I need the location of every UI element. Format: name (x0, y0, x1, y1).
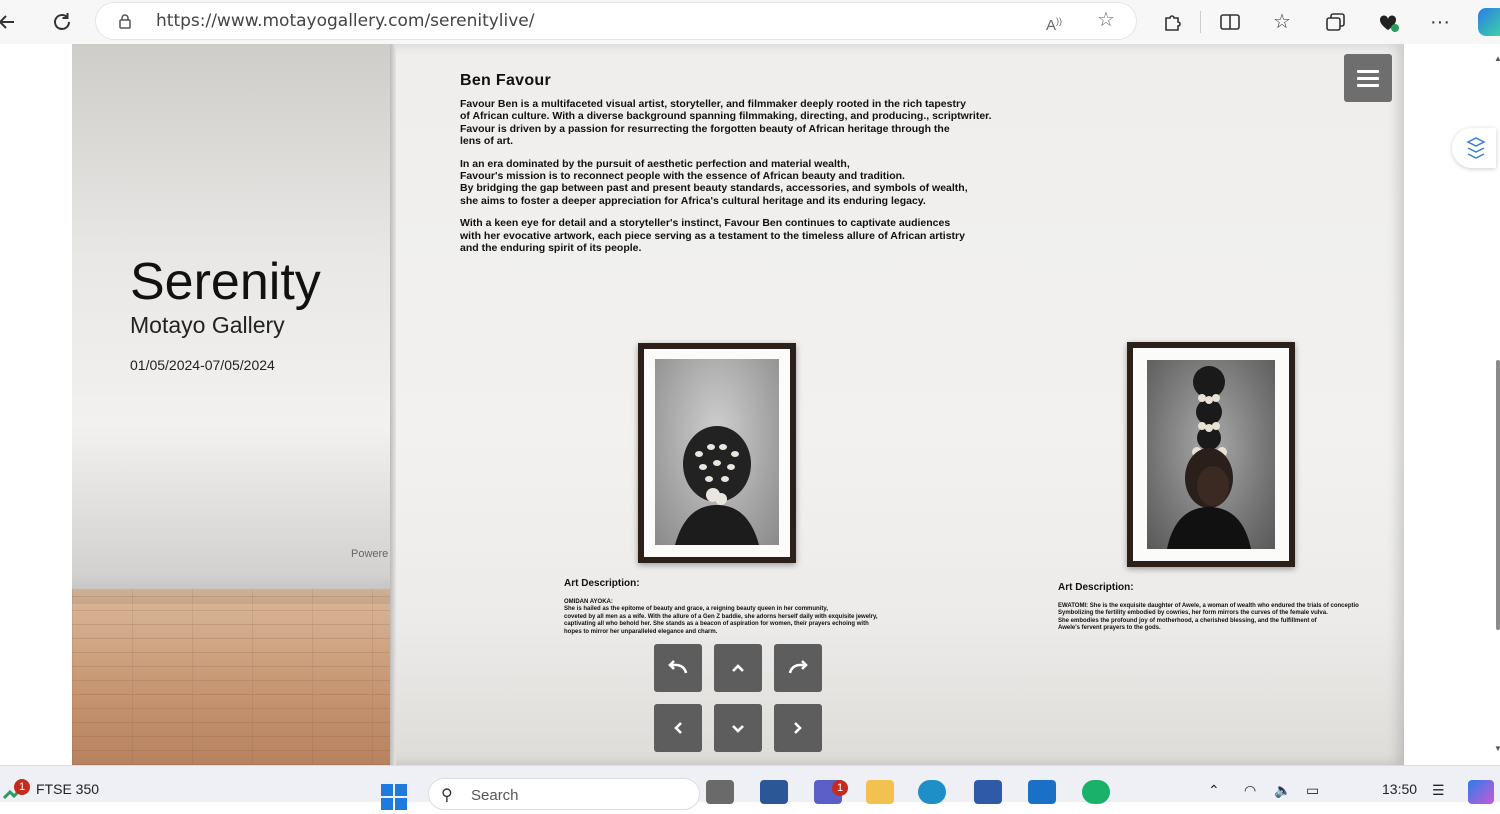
sidebar-widget-icon[interactable] (1452, 128, 1496, 168)
menu-bar (1357, 70, 1379, 73)
search-icon: ⚲ (441, 787, 453, 804)
artwork-frame-omidan-ayoka[interactable] (638, 343, 796, 563)
chevron-right-icon (794, 722, 802, 734)
scrollbar-thumb[interactable] (1496, 360, 1500, 630)
rotate-right-button[interactable] (774, 644, 822, 692)
bio-paragraph-1: Favour Ben is a multifaceted visual arti… (460, 98, 992, 148)
stock-label[interactable]: FTSE 350 (36, 781, 99, 797)
art-description-2: Art Description: EWATOMI: She is the exq… (1058, 582, 1404, 633)
art-description-text: OMIDAN AYOKA: She is hailed as the epito… (564, 599, 878, 635)
art-description-heading: Art Description: (1058, 582, 1134, 593)
volume-icon[interactable]: 🔈 (1274, 782, 1291, 799)
chevron-left-icon (674, 722, 682, 734)
hamburger-menu-button[interactable] (1344, 54, 1392, 102)
art-description-heading: Art Description: (564, 578, 640, 589)
scroll-down-arrow-icon[interactable]: ▼ (1494, 744, 1500, 753)
collections-icon[interactable] (1322, 8, 1350, 36)
wall-corner-edge (390, 44, 396, 765)
url-text[interactable]: https://www.motayogallery.com/serenityli… (156, 11, 534, 31)
wood-floor (72, 589, 390, 765)
artwork-mat (1133, 348, 1289, 561)
chevron-down-icon (732, 725, 744, 733)
bio-paragraph-2: In an era dominated by the pursuit of ae… (460, 157, 968, 207)
artwork-photo-ewatomi (1147, 360, 1275, 549)
refresh-icon[interactable] (48, 8, 76, 36)
rotate-right-icon (788, 660, 808, 674)
move-right-button[interactable] (774, 704, 822, 752)
wifi-icon[interactable]: ◠ (1244, 782, 1256, 799)
exhibition-title: Serenity (130, 253, 321, 311)
artist-bio: Ben Favour Favour Ben is a multifaceted … (460, 72, 1020, 264)
back-arrow-icon[interactable] (0, 8, 22, 36)
copilot-icon[interactable] (1478, 8, 1500, 36)
artist-name: Ben Favour (460, 72, 552, 89)
task-view-icon[interactable] (706, 780, 734, 804)
gallery-viewport[interactable]: Serenity Motayo Gallery 01/05/2024-07/05… (72, 44, 1404, 765)
artwork-frame-ewatomi[interactable] (1127, 342, 1295, 567)
read-aloud-icon[interactable]: A)) (1042, 9, 1066, 34)
exhibition-title-block: Serenity Motayo Gallery 01/05/2024-07/05… (130, 254, 321, 373)
file-explorer-icon[interactable] (866, 780, 894, 804)
store-app-icon[interactable] (974, 780, 1002, 804)
bio-paragraph-3: With a keen eye for detail and a storyte… (460, 217, 965, 255)
grammarly-icon[interactable] (1082, 780, 1110, 804)
scroll-up-arrow-icon[interactable]: ▲ (1494, 54, 1500, 63)
extensions-icon[interactable] (1158, 8, 1186, 36)
split-screen-icon[interactable] (1216, 8, 1244, 36)
chevron-up-icon[interactable]: ⌃ (1208, 782, 1220, 799)
windows-taskbar: 1 FTSE 350 ⚲ Search 1 ⌃ ◠ 🔈 ▭ 13:50 ☰ (0, 765, 1500, 810)
rotate-left-button[interactable] (654, 644, 702, 692)
exhibition-dates: 01/05/2024-07/05/2024 (130, 357, 275, 373)
powered-by-text: Powere (351, 548, 389, 560)
artwork-photo-omidan-ayoka (655, 359, 779, 545)
toolbar-divider (1200, 11, 1201, 33)
windows-start-icon[interactable] (380, 783, 408, 811)
address-bar[interactable]: https://www.motayogallery.com/serenityli… (96, 3, 1136, 39)
performance-icon[interactable] (1374, 8, 1402, 36)
browser-toolbar: https://www.motayogallery.com/serenityli… (0, 0, 1500, 44)
search-placeholder: Search (471, 787, 519, 804)
teams-badge: 1 (832, 780, 848, 796)
clock-time[interactable]: 13:50 (1382, 781, 1417, 797)
edge-browser-icon[interactable] (918, 780, 946, 804)
gallery-name: Motayo Gallery (130, 312, 285, 338)
main-wall: Ben Favour Favour Ben is a multifaceted … (390, 44, 1404, 765)
chevron-up-icon (732, 664, 744, 672)
menu-bar (1357, 77, 1379, 80)
menu-bar (1357, 84, 1379, 87)
mail-app-icon[interactable] (1028, 780, 1056, 804)
lock-icon[interactable] (116, 12, 134, 30)
notification-icon[interactable]: ☰ (1432, 782, 1445, 799)
art-description-1: Art Description: OMIDAN AYOKA: She is ha… (564, 578, 944, 636)
taskbar-search-box[interactable]: ⚲ Search (428, 778, 700, 810)
artwork-mat (644, 349, 790, 557)
more-icon[interactable]: ··· (1426, 8, 1454, 36)
move-left-button[interactable] (654, 704, 702, 752)
word-app-icon[interactable] (760, 780, 788, 804)
move-down-button[interactable] (714, 704, 762, 752)
floor-shadow (72, 574, 390, 604)
favorites-icon[interactable]: ☆ (1268, 8, 1296, 36)
copilot-taskbar-icon[interactable] (1468, 780, 1494, 804)
rotate-left-icon (668, 660, 688, 674)
battery-icon[interactable]: ▭ (1306, 782, 1319, 799)
art-description-text: EWATOMI: She is the exquisite daughter o… (1058, 603, 1359, 632)
move-up-button[interactable] (714, 644, 762, 692)
stock-badge: 1 (14, 779, 30, 795)
favorite-star-icon[interactable]: ☆ (1094, 8, 1118, 32)
